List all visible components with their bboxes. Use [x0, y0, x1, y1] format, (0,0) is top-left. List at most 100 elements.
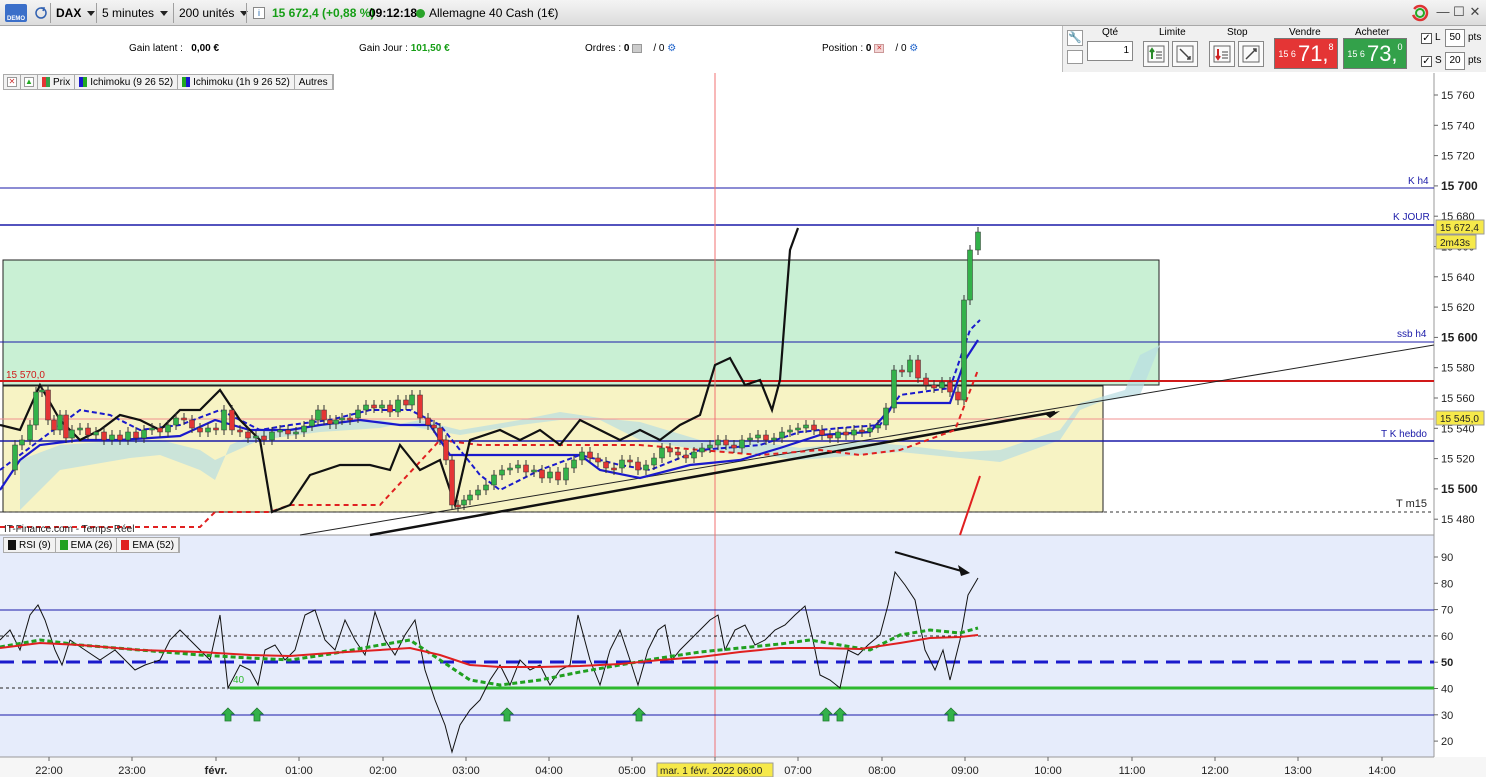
rsi-tick-label: 70 [1441, 605, 1453, 617]
candle-down [819, 429, 825, 436]
candle-up [483, 484, 489, 491]
candle-down [327, 419, 333, 425]
time-tick-label: 03:00 [452, 765, 480, 777]
candle-up [409, 394, 415, 406]
price-tick-label: 15 480 [1441, 514, 1475, 526]
candle-up [939, 381, 945, 389]
candle-down [229, 409, 235, 431]
legend-up-icon[interactable]: ▲ [21, 75, 38, 89]
candle-up [141, 429, 147, 439]
price-tick-label: 15 700 [1441, 179, 1478, 193]
price-chart[interactable]: 15 570,0 K h4 K JOUR ssb h4 T K hebdo T … [0, 0, 1486, 777]
level-15570-label: 15 570,0 [6, 370, 45, 381]
candle-down [443, 439, 449, 461]
candle-down [723, 439, 729, 446]
rsi-40-label: 40 [233, 675, 245, 686]
candle-down [811, 424, 817, 431]
candle-up [619, 459, 625, 469]
candle-up [707, 444, 713, 449]
legend-close-icon[interactable]: ✕ [4, 75, 21, 89]
candle-down [683, 454, 689, 459]
candle-down [915, 359, 921, 379]
countdown-label: 2m43s [1440, 238, 1470, 249]
candle-down [51, 419, 57, 431]
candle-up [27, 424, 33, 441]
legend-ema26[interactable]: EMA (26) [56, 538, 118, 552]
candle-down [181, 417, 187, 421]
legend-ema52[interactable]: EMA (52) [117, 538, 180, 552]
candle-up [531, 469, 537, 473]
price-tick-label: 15 580 [1441, 363, 1475, 375]
candle-up [515, 464, 521, 469]
tk-hebdo-label: T K hebdo [1381, 429, 1427, 440]
source-label: IT-Finance.com - Temps Réel [4, 524, 134, 535]
candle-up [12, 444, 18, 471]
candle-up [651, 457, 657, 466]
candle-up [699, 447, 705, 453]
candle-down [157, 427, 163, 433]
candle-up [967, 249, 973, 301]
candle-down [667, 447, 673, 453]
candle-up [269, 431, 275, 441]
candle-down [859, 429, 865, 433]
candle-up [891, 369, 897, 409]
candle-up [277, 429, 283, 433]
price-tick-label: 15 740 [1441, 120, 1475, 132]
candle-up [491, 474, 497, 486]
candle-up [475, 489, 481, 496]
candle-down [133, 431, 139, 439]
candle-down [387, 404, 393, 413]
candle-down [189, 419, 195, 429]
rsi-tick-label: 40 [1441, 684, 1453, 696]
candle-down [955, 391, 961, 401]
candle-up [795, 427, 801, 431]
time-tick-label: 10:00 [1034, 765, 1062, 777]
candle-up [173, 417, 179, 426]
candle-up [93, 431, 99, 436]
candle-up [165, 424, 171, 433]
price-tick-label: 15 560 [1441, 393, 1475, 405]
candle-down [403, 399, 409, 406]
time-tick-label: 11:00 [1119, 765, 1146, 777]
candle-down [197, 427, 203, 433]
candle-up [363, 404, 369, 411]
current-price-label: 15 672,4 [1440, 223, 1479, 234]
candle-down [827, 434, 833, 439]
candle-up [571, 459, 577, 469]
candle-down [523, 464, 529, 473]
legend-ichimoku-2[interactable]: Ichimoku (1h 9 26 52) [178, 75, 295, 89]
candle-up [883, 407, 889, 426]
legend-prix[interactable]: Prix [38, 75, 76, 89]
candle-down [285, 429, 291, 435]
rsi-pane [0, 535, 1434, 757]
rsi-tick-label: 60 [1441, 631, 1453, 643]
candle-down [101, 431, 107, 441]
rsi-tick-label: 20 [1441, 736, 1453, 748]
time-tick-label: 14:00 [1368, 765, 1396, 777]
candle-down [117, 434, 123, 441]
candle-down [371, 404, 377, 409]
candle-up [739, 439, 745, 449]
candle-down [85, 427, 91, 436]
candle-up [19, 439, 25, 446]
candle-up [467, 494, 473, 501]
legend-rsi[interactable]: RSI (9) [4, 538, 56, 552]
candle-up [69, 429, 75, 439]
candle-down [437, 427, 443, 441]
candle-down [321, 409, 327, 421]
price-tick-label: 15 720 [1441, 151, 1475, 163]
candle-up [875, 424, 881, 429]
candle-down [843, 431, 849, 436]
candle-up [755, 434, 761, 439]
time-tick-label: févr. [205, 765, 228, 777]
candle-down [455, 504, 461, 508]
candle-up [333, 419, 339, 425]
price-15545-label: 15 545,0 [1440, 414, 1479, 425]
legend-ichimoku-1[interactable]: Ichimoku (9 26 52) [75, 75, 179, 89]
time-tick-label: 09:00 [951, 765, 979, 777]
candle-up [907, 359, 913, 373]
legend-autres[interactable]: Autres [295, 75, 333, 89]
time-tick-label: 04:00 [535, 765, 563, 777]
candle-down [923, 377, 929, 386]
time-tick-label: 02:00 [369, 765, 397, 777]
